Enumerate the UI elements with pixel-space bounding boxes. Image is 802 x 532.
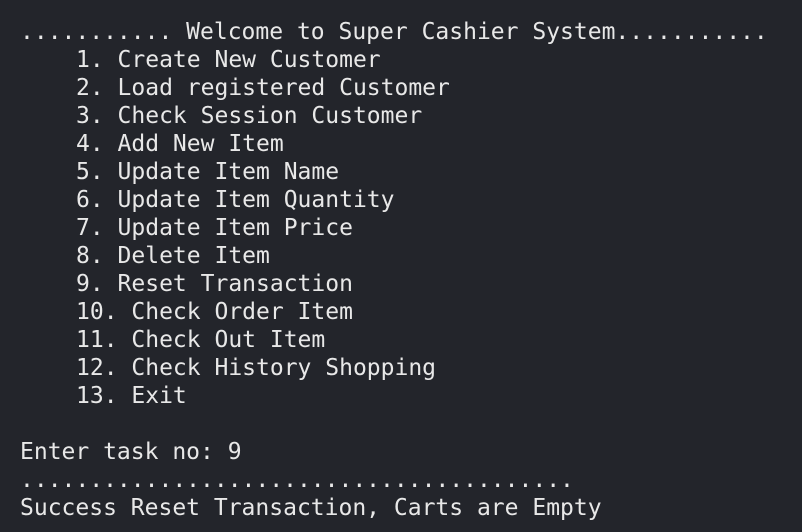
- output-separator: ........................................: [20, 467, 574, 493]
- menu-list: 1. Create New Customer 2. Load registere…: [20, 46, 802, 410]
- terminal-window[interactable]: ........... Welcome to Super Cashier Sys…: [0, 0, 802, 532]
- task-prompt[interactable]: Enter task no: 9: [20, 438, 802, 466]
- menu-item-exit: 13. Exit: [76, 383, 187, 409]
- menu-item-reset-transaction: 9. Reset Transaction: [76, 271, 353, 297]
- menu-item-update-item-name: 5. Update Item Name: [76, 159, 340, 185]
- menu-item-add-new-item: 4. Add New Item: [76, 131, 284, 157]
- menu-item-delete-item: 8. Delete Item: [76, 243, 270, 269]
- menu-item-create-new-customer: 1. Create New Customer: [76, 47, 381, 73]
- welcome-banner: ........... Welcome to Super Cashier Sys…: [20, 19, 768, 45]
- menu-item-check-out-item: 11. Check Out Item: [76, 327, 326, 353]
- menu-item-check-session-customer: 3. Check Session Customer: [76, 103, 423, 129]
- menu-item-load-registered-customer: 2. Load registered Customer: [76, 75, 450, 101]
- menu-item-check-history-shopping: 12. Check History Shopping: [76, 355, 437, 381]
- menu-item-update-item-price: 7. Update Item Price: [76, 215, 353, 241]
- output-message: Success Reset Transaction, Carts are Emp…: [20, 495, 602, 521]
- menu-item-check-order-item: 10. Check Order Item: [76, 299, 353, 325]
- menu-item-update-item-quantity: 6. Update Item Quantity: [76, 187, 395, 213]
